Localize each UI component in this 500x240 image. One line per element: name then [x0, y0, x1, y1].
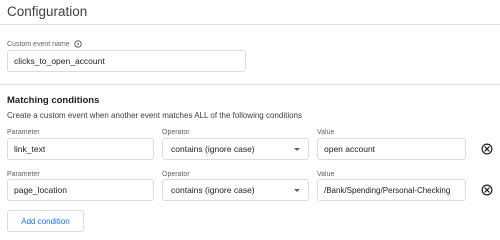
parameter-input-1[interactable]: link_text: [7, 138, 154, 160]
value-input-1[interactable]: open account: [317, 138, 466, 160]
operator-value-2: contains (ignore case): [171, 185, 255, 195]
parameter-value-1: link_text: [14, 144, 46, 154]
config-title: Configuration: [7, 4, 88, 19]
parameter-label-2: Parameter: [7, 171, 40, 178]
matching-conditions-title: Matching conditions: [7, 95, 100, 106]
section-divider: [0, 84, 500, 85]
custom-event-name-input[interactable]: clicks_to_open_account: [7, 50, 246, 72]
caret-down-icon: [294, 188, 300, 192]
custom-event-label: Custom event name ?: [7, 40, 82, 48]
value-value-1: open account: [324, 144, 376, 154]
value-input-2[interactable]: /Bank/Spending/Personal-Checking: [317, 179, 466, 201]
value-value-2: /Bank/Spending/Personal-Checking: [324, 185, 451, 195]
custom-event-label-text: Custom event name: [7, 40, 70, 48]
help-circle-icon[interactable]: ?: [74, 40, 82, 48]
custom-event-name-value: clicks_to_open_account: [14, 56, 105, 66]
operator-select-1[interactable]: contains (ignore case): [162, 138, 309, 160]
operator-label-1: Operator: [162, 129, 190, 136]
matching-conditions-description: Create a custom event when another event…: [7, 111, 302, 120]
operator-value-1: contains (ignore case): [171, 144, 255, 154]
parameter-label-1: Parameter: [7, 129, 40, 136]
remove-circle-icon[interactable]: [481, 184, 493, 196]
add-condition-button[interactable]: Add condition: [7, 210, 84, 232]
value-label-2: Value: [317, 171, 335, 178]
svg-text:?: ?: [76, 42, 79, 47]
remove-circle-icon[interactable]: [481, 143, 493, 155]
operator-label-2: Operator: [162, 171, 190, 178]
operator-select-2[interactable]: contains (ignore case): [162, 179, 309, 201]
caret-down-icon: [294, 147, 300, 151]
parameter-input-2[interactable]: page_location: [7, 179, 154, 201]
header-divider: [0, 24, 500, 25]
parameter-value-2: page_location: [14, 185, 67, 195]
value-label-1: Value: [317, 129, 335, 136]
